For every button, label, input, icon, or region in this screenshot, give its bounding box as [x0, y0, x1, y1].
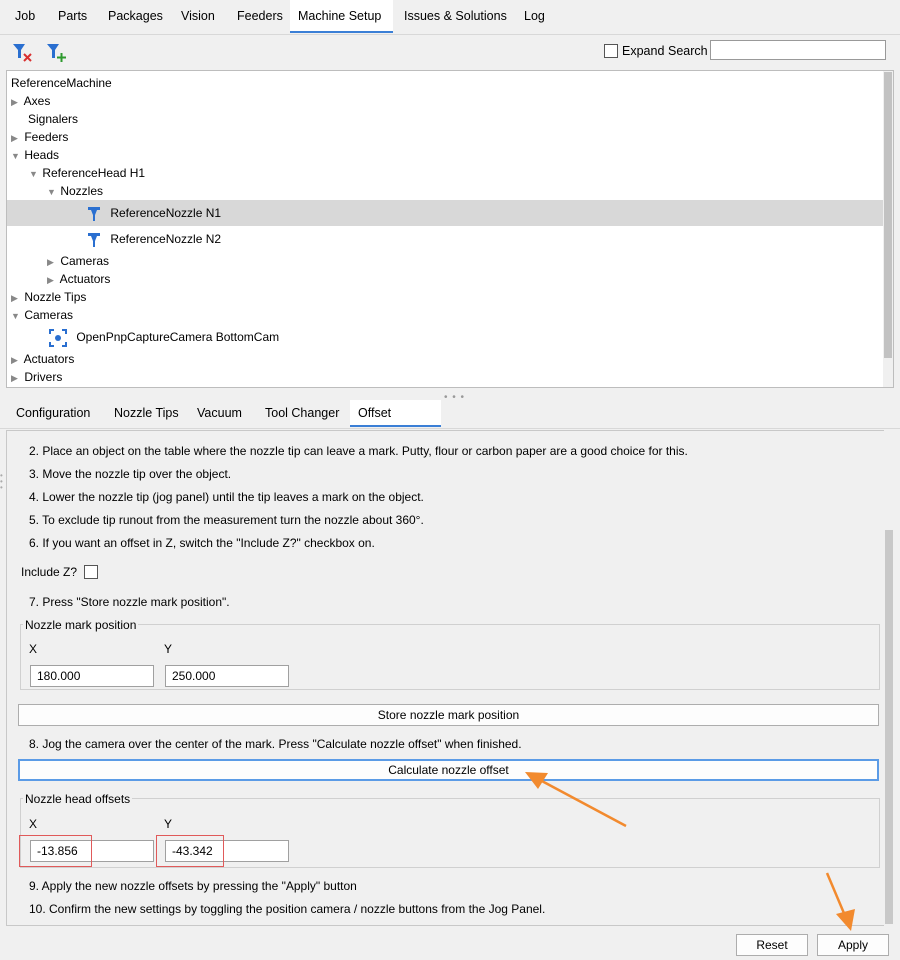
arrow-to-calculate-icon — [525, 772, 627, 828]
arrow-to-apply-icon — [825, 872, 855, 931]
annotation-arrows — [525, 772, 855, 931]
